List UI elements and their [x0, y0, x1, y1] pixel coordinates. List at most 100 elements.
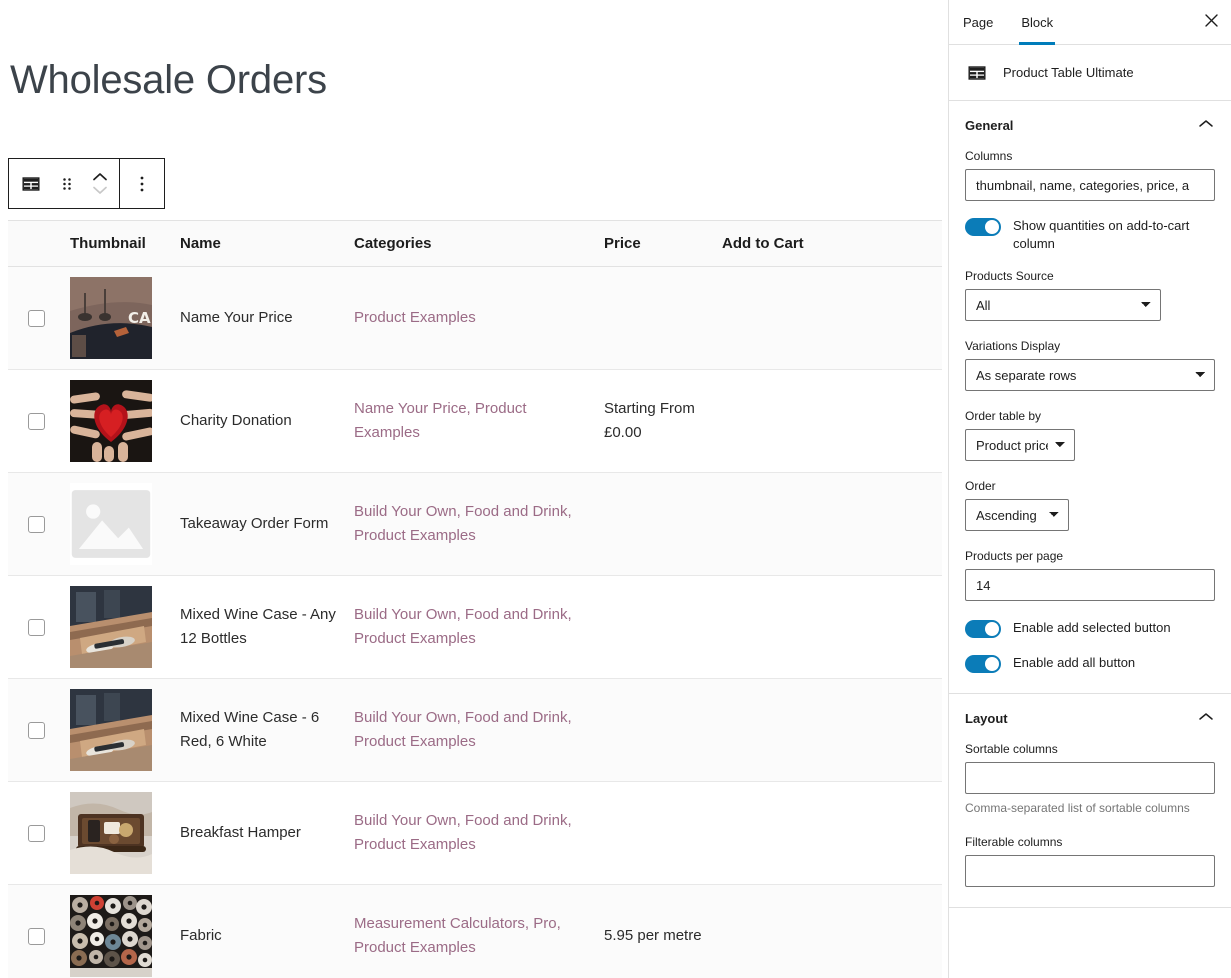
- product-add-to-cart[interactable]: [714, 472, 942, 576]
- panel-layout-body: Sortable columns Comma-separated list of…: [949, 742, 1231, 907]
- sortable-columns-label: Sortable columns: [965, 742, 1058, 757]
- enable-add-all-toggle[interactable]: [965, 655, 1001, 674]
- sidebar-tabs: Page Block: [949, 0, 1231, 45]
- product-add-to-cart[interactable]: [714, 575, 942, 679]
- product-categories[interactable]: Build Your Own, Food and Drink, Product …: [346, 678, 596, 782]
- product-categories[interactable]: Build Your Own, Food and Drink, Product …: [346, 472, 596, 576]
- product-add-to-cart[interactable]: [714, 678, 942, 782]
- table-row: Mixed Wine Case - Any 12 Bottles Build Y…: [8, 575, 942, 679]
- enable-add-selected-label: Enable add selected button: [1013, 620, 1171, 636]
- close-sidebar-button[interactable]: [1191, 0, 1231, 44]
- block-drag-handle-button[interactable]: [49, 159, 85, 208]
- table-icon: [965, 61, 989, 85]
- row-select-cell: [8, 781, 62, 885]
- toggle-show-quantities: Show quantities on add-to-cart column: [965, 217, 1215, 253]
- variations-display-label: Variations Display: [965, 339, 1061, 354]
- product-add-to-cart[interactable]: [714, 781, 942, 885]
- product-add-to-cart[interactable]: [714, 884, 942, 978]
- product-name: Mixed Wine Case - Any 12 Bottles: [172, 575, 346, 679]
- columns-label: Columns: [965, 149, 1013, 163]
- vertical-ellipsis-icon: [139, 174, 145, 194]
- block-more-options-button[interactable]: [124, 159, 160, 208]
- product-thumbnail-wine-case: [70, 586, 152, 668]
- sortable-columns-input[interactable]: [965, 762, 1215, 795]
- row-checkbox[interactable]: [28, 309, 45, 327]
- row-checkbox[interactable]: [28, 412, 45, 430]
- panel-general-title: General: [965, 117, 1014, 133]
- order-table-by-label: Order table by: [965, 409, 1042, 424]
- product-categories[interactable]: Name Your Price, Product Examples: [346, 369, 596, 473]
- row-thumbnail-cell: [62, 575, 172, 679]
- product-categories[interactable]: Build Your Own, Food and Drink, Product …: [346, 575, 596, 679]
- product-add-to-cart[interactable]: [714, 266, 942, 370]
- row-thumbnail-cell: [62, 781, 172, 885]
- field-filterable-columns: Filterable columns: [965, 835, 1215, 888]
- variations-display-select[interactable]: As separate rows: [965, 359, 1215, 392]
- row-checkbox[interactable]: [28, 721, 45, 739]
- panel-layout: Layout Sortable columns Comma-separated …: [949, 694, 1231, 909]
- svg-text:CAF: CAF: [128, 309, 152, 327]
- panel-general-body: Columns Show quantities on add-to-cart c…: [949, 149, 1231, 693]
- table-row: Takeaway Order Form Build Your Own, Food…: [8, 472, 942, 576]
- product-categories[interactable]: Product Examples: [346, 266, 596, 370]
- filterable-columns-input[interactable]: [965, 855, 1215, 888]
- table-icon: [20, 173, 42, 195]
- move-block-down-button[interactable]: [91, 184, 109, 196]
- columns-input[interactable]: [965, 169, 1215, 201]
- product-categories[interactable]: Measurement Calculators, Pro, Product Ex…: [346, 884, 596, 978]
- block-type-table-icon-button[interactable]: [13, 159, 49, 208]
- row-select-cell: [8, 884, 62, 978]
- order-select[interactable]: Ascending: [965, 499, 1069, 532]
- field-order-table-by: Order table by Product price: [965, 409, 1215, 462]
- row-checkbox[interactable]: [28, 618, 45, 636]
- enable-add-selected-toggle[interactable]: [965, 620, 1001, 639]
- product-table: Thumbnail Name Categories Price Add to C…: [8, 220, 942, 978]
- product-categories[interactable]: Build Your Own, Food and Drink, Product …: [346, 781, 596, 885]
- product-thumbnail-wine-case: [70, 689, 152, 771]
- field-sortable-columns: Sortable columns Comma-separated list of…: [965, 742, 1215, 817]
- move-block-up-button[interactable]: [91, 171, 109, 183]
- product-thumbnail-fabric-spools: [70, 895, 152, 977]
- drag-handle-icon: [58, 175, 76, 193]
- product-name: Name Your Price: [172, 266, 346, 370]
- field-products-per-page: Products per page: [965, 549, 1215, 602]
- product-price: [596, 472, 714, 576]
- products-source-select[interactable]: All: [965, 289, 1161, 322]
- row-select-cell: [8, 678, 62, 782]
- image-placeholder-icon: [70, 483, 152, 565]
- table-row: Mixed Wine Case - 6 Red, 6 White Build Y…: [8, 678, 942, 782]
- block-movers: [85, 159, 115, 208]
- products-per-page-input[interactable]: [965, 569, 1215, 602]
- table-header-row: Thumbnail Name Categories Price Add to C…: [8, 220, 942, 267]
- product-price: [596, 781, 714, 885]
- block-toolbar-options-group: [119, 159, 164, 208]
- row-checkbox[interactable]: [28, 927, 45, 945]
- field-order: Order Ascending: [965, 479, 1215, 532]
- editor-canvas: Wholesale Orders ck: [0, 0, 948, 978]
- product-thumbnail-placeholder: [70, 483, 152, 565]
- product-add-to-cart[interactable]: [714, 369, 942, 473]
- sidebar-body: General Columns Show quantities on add-t…: [949, 101, 1231, 978]
- show-quantities-toggle[interactable]: [965, 218, 1001, 236]
- panel-general-toggle[interactable]: General: [949, 101, 1231, 149]
- products-source-label: Products Source: [965, 269, 1054, 284]
- panel-layout-toggle[interactable]: Layout: [949, 694, 1231, 742]
- product-thumbnail-hamper: [70, 792, 152, 874]
- column-header-price: Price: [596, 220, 714, 267]
- selected-block-header: Product Table Ultimate: [949, 45, 1231, 101]
- tab-block[interactable]: Block: [1007, 0, 1067, 45]
- row-thumbnail-cell: [62, 472, 172, 576]
- toggle-enable-add-all: Enable add all button: [965, 654, 1215, 674]
- order-table-by-select[interactable]: Product price: [965, 429, 1075, 462]
- editor-app: Wholesale Orders ck: [0, 0, 1231, 978]
- row-thumbnail-cell: CAF: [62, 266, 172, 370]
- row-checkbox[interactable]: [28, 824, 45, 842]
- sortable-columns-help: Comma-separated list of sortable columns: [965, 801, 1190, 816]
- table-row: Charity Donation Name Your Price, Produc…: [8, 369, 942, 473]
- chevron-up-icon: [1197, 118, 1215, 133]
- field-products-source: Products Source All: [965, 269, 1215, 322]
- table-row: Breakfast Hamper Build Your Own, Food an…: [8, 781, 942, 885]
- row-checkbox[interactable]: [28, 515, 45, 533]
- field-columns: Columns: [965, 149, 1215, 201]
- tab-page[interactable]: Page: [949, 0, 1007, 44]
